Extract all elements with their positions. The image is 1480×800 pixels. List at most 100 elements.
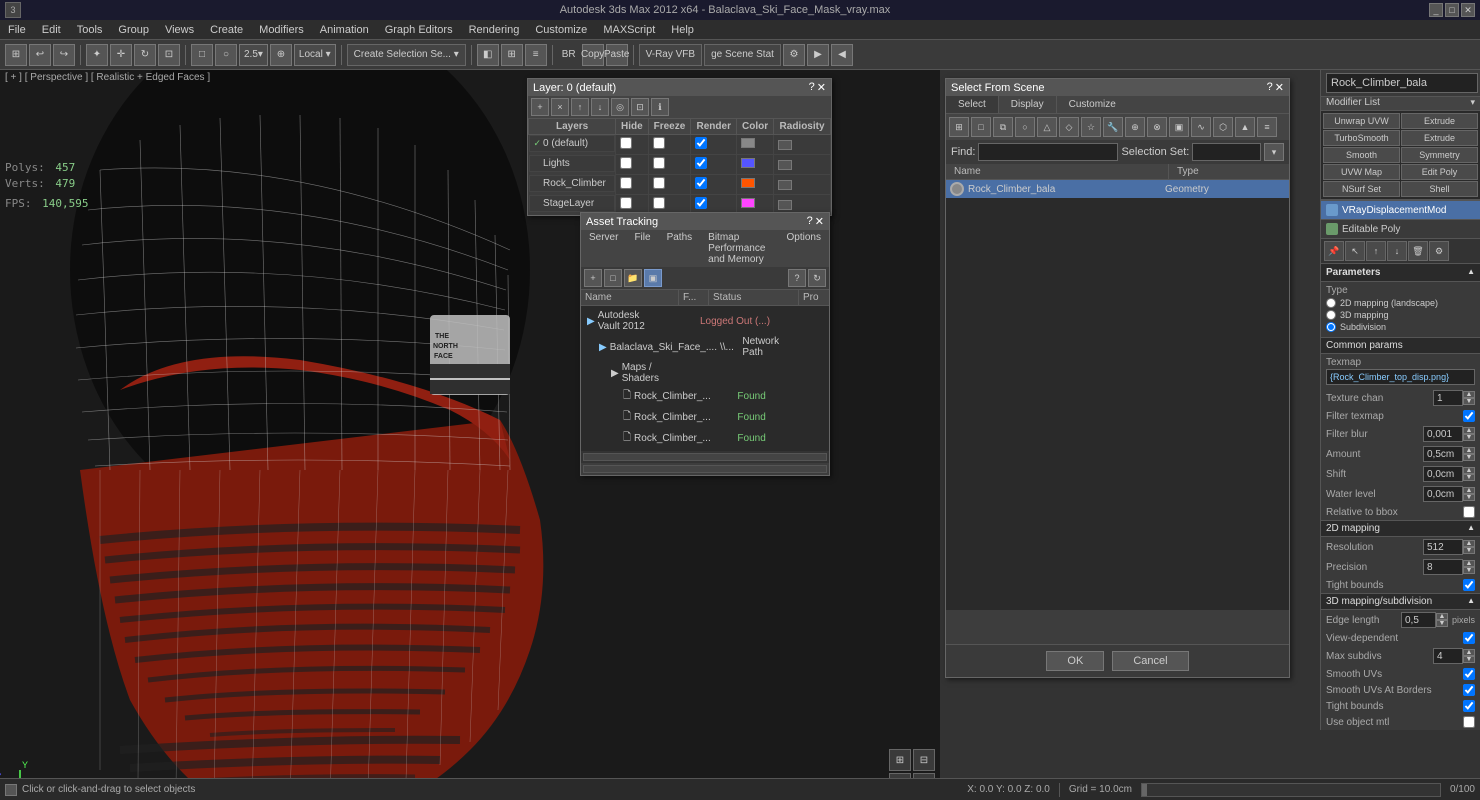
- layer-hide-lights[interactable]: [620, 157, 632, 169]
- tex-chan-input[interactable]: [1433, 390, 1463, 406]
- relative-bbox-check[interactable]: [1463, 506, 1475, 518]
- asset-rock3[interactable]: 🗋 Rock_Climber_... Found: [583, 428, 827, 449]
- scene-help-btn[interactable]: ?: [1267, 81, 1273, 94]
- copy-btn[interactable]: Copy: [582, 44, 604, 66]
- scene-filter11[interactable]: ▲: [1235, 117, 1255, 137]
- scene-sort[interactable]: ≡: [1257, 117, 1277, 137]
- mod-btn-nsurf[interactable]: NSurf Set: [1323, 181, 1400, 197]
- tex-chan-down[interactable]: ▼: [1463, 398, 1475, 405]
- toolbar-btn-box[interactable]: □: [191, 44, 213, 66]
- mod-icon-up[interactable]: ↑: [1366, 241, 1386, 261]
- view-dep-check[interactable]: [1463, 632, 1475, 644]
- menu-create[interactable]: Create: [202, 22, 251, 38]
- scene-invert[interactable]: ⧉: [993, 117, 1013, 137]
- menu-maxscript[interactable]: MAXScript: [595, 22, 663, 38]
- menu-edit[interactable]: Edit: [34, 22, 69, 38]
- scene-filter9[interactable]: ∿: [1191, 117, 1211, 137]
- scene-tab-display[interactable]: Display: [999, 96, 1057, 113]
- layer-hide-default[interactable]: [620, 137, 632, 149]
- asset-panel-titlebar[interactable]: Asset Tracking ? ✕: [581, 213, 829, 230]
- toolbar-btn-circle[interactable]: ○: [215, 44, 237, 66]
- layer-new[interactable]: +: [531, 98, 549, 116]
- mod-btn-smooth[interactable]: Smooth: [1323, 147, 1400, 163]
- layer-freeze-stage[interactable]: [653, 197, 665, 209]
- mod-btn-turbosmooth[interactable]: TurboSmooth: [1323, 130, 1400, 146]
- menu-file[interactable]: File: [0, 22, 34, 38]
- water-level-input[interactable]: [1423, 486, 1463, 502]
- selection-set-dropdown[interactable]: Create Selection Se... ▾: [347, 44, 466, 66]
- scene-ok-btn[interactable]: OK: [1046, 651, 1104, 671]
- resolution-up[interactable]: ▲: [1463, 540, 1475, 547]
- vray-vfb-btn[interactable]: V-Ray VFB: [639, 44, 702, 66]
- asset-menu-options[interactable]: Options: [779, 230, 829, 267]
- layer-hide-climber[interactable]: [620, 177, 632, 189]
- menu-animation[interactable]: Animation: [312, 22, 377, 38]
- menu-views[interactable]: Views: [157, 22, 202, 38]
- object-name-input[interactable]: [1326, 73, 1478, 93]
- layer-render-climber[interactable]: [695, 177, 707, 189]
- toolbar-percent[interactable]: 2.5▾: [239, 44, 268, 66]
- scene-stat-btn[interactable]: ge Scene Stat: [704, 44, 781, 66]
- scene-cancel-btn[interactable]: Cancel: [1112, 651, 1188, 671]
- layer-hide-stage[interactable]: [620, 197, 632, 209]
- shift-down[interactable]: ▼: [1463, 474, 1475, 481]
- scene-select-all[interactable]: ⊞: [949, 117, 969, 137]
- toolbar-scale[interactable]: ⊡: [158, 44, 180, 66]
- toolbar-mirror[interactable]: ◧: [477, 44, 499, 66]
- filter-blur-input[interactable]: [1423, 426, 1463, 442]
- scene-obj-row[interactable]: Rock_Climber_bala Geometry: [946, 180, 1289, 198]
- toolbar-extra1[interactable]: ▶: [807, 44, 829, 66]
- toolbar-move[interactable]: ✛: [110, 44, 132, 66]
- mod-icon-config[interactable]: ⚙: [1429, 241, 1449, 261]
- asset-menu-paths[interactable]: Paths: [659, 230, 701, 267]
- radio-subdivision[interactable]: [1326, 322, 1336, 332]
- texmap-value[interactable]: {Rock_Climber_top_disp.png}: [1326, 369, 1475, 385]
- precision-input[interactable]: [1423, 559, 1463, 575]
- scene-filter4[interactable]: ☆: [1081, 117, 1101, 137]
- minimize-btn[interactable]: _: [1429, 3, 1443, 17]
- max-subdivs-down[interactable]: ▼: [1463, 656, 1475, 663]
- toolbar-extra2[interactable]: ◀: [831, 44, 853, 66]
- menu-help[interactable]: Help: [663, 22, 702, 38]
- toolbar-render[interactable]: ⚙: [783, 44, 805, 66]
- scene-panel-titlebar[interactable]: Select From Scene ? ✕: [946, 79, 1289, 96]
- mod-btn-extrude1[interactable]: Extrude: [1401, 113, 1478, 129]
- close-btn[interactable]: ✕: [1461, 3, 1475, 17]
- asset-close-btn[interactable]: ✕: [815, 215, 824, 228]
- parameters-header[interactable]: Parameters ▲: [1321, 264, 1480, 282]
- zoom-extents-btn[interactable]: ⊞: [889, 749, 911, 771]
- amount-up[interactable]: ▲: [1463, 447, 1475, 454]
- layer-delete[interactable]: ×: [551, 98, 569, 116]
- layer-render-lights[interactable]: [695, 157, 707, 169]
- tight-bounds-check[interactable]: [1463, 579, 1475, 591]
- scene-filter10[interactable]: ⬡: [1213, 117, 1233, 137]
- layer-freeze-lights[interactable]: [653, 157, 665, 169]
- menu-tools[interactable]: Tools: [69, 22, 111, 38]
- shift-input[interactable]: [1423, 466, 1463, 482]
- asset-menu-bitmap[interactable]: Bitmap Performance and Memory: [700, 230, 778, 267]
- tight-bounds2-check[interactable]: [1463, 700, 1475, 712]
- scene-tab-customize[interactable]: Customize: [1057, 96, 1128, 113]
- layer-color-stage[interactable]: [741, 198, 755, 208]
- radio-2d[interactable]: [1326, 298, 1336, 308]
- layer-render-stage[interactable]: [695, 197, 707, 209]
- layer-select2[interactable]: ⊡: [631, 98, 649, 116]
- scene-tab-select[interactable]: Select: [946, 96, 999, 113]
- edge-length-down[interactable]: ▼: [1436, 620, 1448, 627]
- amount-down[interactable]: ▼: [1463, 454, 1475, 461]
- paste-btn[interactable]: Paste: [606, 44, 628, 66]
- toolbar-layers[interactable]: ≡: [525, 44, 547, 66]
- timeline-thumb[interactable]: [1142, 784, 1147, 796]
- toolbar-icon3[interactable]: ↪: [53, 44, 75, 66]
- smooth-borders-check[interactable]: [1463, 684, 1475, 696]
- resolution-input[interactable]: [1423, 539, 1463, 555]
- scene-filter8[interactable]: ▣: [1169, 117, 1189, 137]
- layer-color-default[interactable]: [741, 138, 755, 148]
- menu-graph[interactable]: Graph Editors: [377, 22, 461, 38]
- asset-scrollbar-v[interactable]: [583, 465, 827, 473]
- layer-color-climber[interactable]: [741, 178, 755, 188]
- shift-up[interactable]: ▲: [1463, 467, 1475, 474]
- layer-panel-titlebar[interactable]: Layer: 0 (default) ? ✕: [528, 79, 831, 96]
- layer-close-btn[interactable]: ✕: [817, 81, 826, 94]
- edge-length-up[interactable]: ▲: [1436, 613, 1448, 620]
